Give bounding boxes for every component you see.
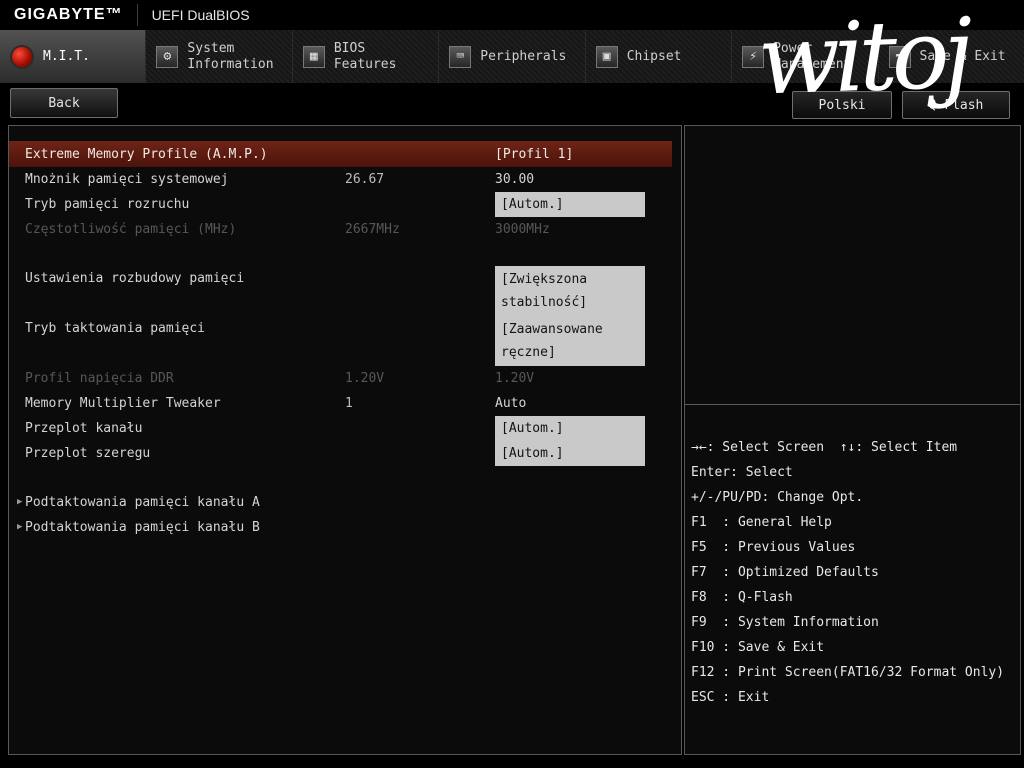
submenu-arrow-icon: ▶ — [17, 522, 23, 532]
header-bar: GIGABYTE™ UEFI DualBIOS — [0, 0, 1024, 30]
tab-label: BIOS Features — [333, 40, 397, 72]
setting-current: 26.67 — [345, 172, 385, 187]
setting-row-enhancement[interactable]: Ustawienia rozbudowy pamięci [Zwiększona… — [9, 266, 672, 316]
setting-row-timing-mode[interactable]: Tryb taktowania pamięci [Zaawansowane rę… — [9, 316, 672, 366]
setting-label: Profil napięcia DDR — [25, 371, 174, 386]
setting-value[interactable]: [Zwiększona stabilność] — [495, 266, 650, 316]
hotkey-line: F9 : System Information — [691, 615, 879, 630]
setting-value[interactable]: [Autom.] — [495, 441, 650, 466]
hotkey-line: ESC : Exit — [691, 690, 770, 705]
power-management-icon: ⚡ — [742, 45, 765, 68]
setting-label: Ustawienia rozbudowy pamięci — [25, 271, 245, 286]
qflash-button[interactable]: Q-Flash — [902, 91, 1010, 119]
setting-row-boot-mode[interactable]: Tryb pamięci rozruchu [Autom.] — [9, 192, 672, 217]
tab-mit[interactable]: M.I.T. — [0, 30, 146, 83]
tab-peripherals[interactable]: ⌨ Peripherals — [438, 30, 584, 83]
hotkey-line: F12 : Print Screen(FAT16/32 Format Only) — [691, 665, 1005, 680]
setting-value: Auto — [495, 396, 527, 411]
setting-value: 30.00 — [495, 172, 535, 187]
hotkey-line: F8 : Q-Flash — [691, 590, 793, 605]
setting-value[interactable]: [Zaawansowane ręczne] — [495, 316, 650, 366]
setting-current: 2667MHz — [345, 222, 400, 237]
tab-label: System Information — [187, 40, 274, 72]
hotkeys-legend: →←: Select Screen ↑↓: Select Item Enter:… — [685, 405, 1020, 710]
submenu-arrow-icon: ▶ — [17, 497, 23, 507]
value-box[interactable]: [Autom.] — [495, 416, 645, 441]
submenu-row-channel-b[interactable]: ▶ Podtaktowania pamięci kanału B — [9, 515, 672, 540]
setting-label: Przeplot szeregu — [25, 446, 151, 461]
submenu-label: Podtaktowania pamięci kanału B — [25, 520, 260, 535]
hotkey-line: Enter: Select — [691, 465, 793, 480]
setting-row-tweaker[interactable]: Memory Multiplier Tweaker 1 Auto — [9, 391, 672, 416]
value-box[interactable]: [Autom.] — [495, 441, 645, 466]
setting-value[interactable]: [Autom.] — [495, 192, 650, 217]
hotkey-line: F10 : Save & Exit — [691, 640, 825, 655]
gigabyte-logo: GIGABYTE™ — [14, 6, 123, 23]
bios-screen: GIGABYTE™ UEFI DualBIOS M.I.T. ⚙ System … — [0, 0, 1024, 768]
value-box[interactable]: [Autom.] — [495, 192, 645, 217]
setting-row-multiplier[interactable]: Mnożnik pamięci systemowej 26.67 30.00 — [9, 167, 672, 192]
tab-bar: M.I.T. ⚙ System Information ▦ BIOS Featu… — [0, 30, 1024, 84]
setting-label: Mnożnik pamięci systemowej — [25, 172, 229, 187]
tab-bios-features[interactable]: ▦ BIOS Features — [291, 30, 438, 83]
hotkey-line: F1 : General Help — [691, 515, 832, 530]
submenu-row-channel-a[interactable]: ▶ Podtaktowania pamięci kanału A — [9, 490, 672, 515]
setting-row-rank-interleave[interactable]: Przeplot szeregu [Autom.] — [9, 441, 672, 466]
setting-value: 1.20V — [495, 371, 535, 386]
setting-label: Przeplot kanału — [25, 421, 143, 436]
setting-current: 1 — [345, 396, 353, 411]
tab-label: M.I.T. — [43, 48, 90, 64]
setting-row-ddr-voltage: Profil napięcia DDR 1.20V 1.20V — [9, 366, 672, 391]
tab-chipset[interactable]: ▣ Chipset — [584, 30, 731, 83]
row-spacer — [9, 466, 681, 490]
hotkey-line: +/-/PU/PD: Change Opt. — [691, 490, 864, 505]
setting-value: 3000MHz — [495, 222, 550, 237]
setting-label: Memory Multiplier Tweaker — [25, 396, 221, 411]
bios-title: UEFI DualBIOS — [151, 7, 250, 23]
row-spacer — [9, 242, 681, 266]
tab-system-information[interactable]: ⚙ System Information — [145, 30, 291, 83]
toolbar: Back Polski Q-Flash — [0, 84, 1024, 125]
value-box[interactable]: [Zwiększona stabilność] — [495, 266, 645, 316]
tab-save-exit[interactable]: ➦ Save & Exit — [877, 30, 1024, 83]
setting-value[interactable]: [Autom.] — [495, 416, 650, 441]
setting-row-xmp[interactable]: Extreme Memory Profile (A.M.P.) [Profil … — [9, 141, 672, 167]
tab-label: Peripherals — [480, 48, 567, 64]
language-button[interactable]: Polski — [792, 91, 892, 119]
setting-label: Tryb pamięci rozruchu — [25, 197, 190, 212]
hotkey-line: →←: Select Screen ↑↓: Select Item — [691, 440, 958, 455]
setting-value[interactable]: [Profil 1] — [495, 142, 650, 167]
tab-power-management[interactable]: ⚡ Power Management — [731, 30, 877, 83]
item-help-area — [685, 126, 1020, 405]
tab-label: Save & Exit — [919, 48, 1006, 64]
chipset-icon: ▣ — [595, 45, 618, 68]
save-exit-icon: ➦ — [888, 45, 911, 68]
tab-label: Chipset — [626, 48, 682, 64]
setting-row-channel-interleave[interactable]: Przeplot kanału [Autom.] — [9, 416, 672, 441]
hotkey-line: F5 : Previous Values — [691, 540, 856, 555]
setting-label: Tryb taktowania pamięci — [25, 321, 206, 336]
setting-label: Extreme Memory Profile (A.M.P.) — [25, 146, 268, 162]
bios-features-icon: ▦ — [302, 45, 325, 68]
settings-panel: Extreme Memory Profile (A.M.P.) [Profil … — [8, 125, 682, 755]
help-panel: →←: Select Screen ↑↓: Select Item Enter:… — [684, 125, 1021, 755]
mit-logo-icon — [10, 44, 34, 69]
setting-row-frequency: Częstotliwość pamięci (MHz) 2667MHz 3000… — [9, 217, 672, 242]
system-information-icon: ⚙ — [156, 45, 179, 68]
setting-label: Częstotliwość pamięci (MHz) — [25, 222, 237, 237]
peripherals-icon: ⌨ — [449, 45, 472, 68]
header-divider — [136, 4, 138, 26]
hotkey-line: F7 : Optimized Defaults — [691, 565, 879, 580]
submenu-label: Podtaktowania pamięci kanału A — [25, 495, 260, 510]
tab-label: Power Management — [773, 40, 852, 72]
back-button[interactable]: Back — [10, 88, 118, 118]
value-box[interactable]: [Zaawansowane ręczne] — [495, 316, 645, 366]
setting-current: 1.20V — [345, 371, 385, 386]
